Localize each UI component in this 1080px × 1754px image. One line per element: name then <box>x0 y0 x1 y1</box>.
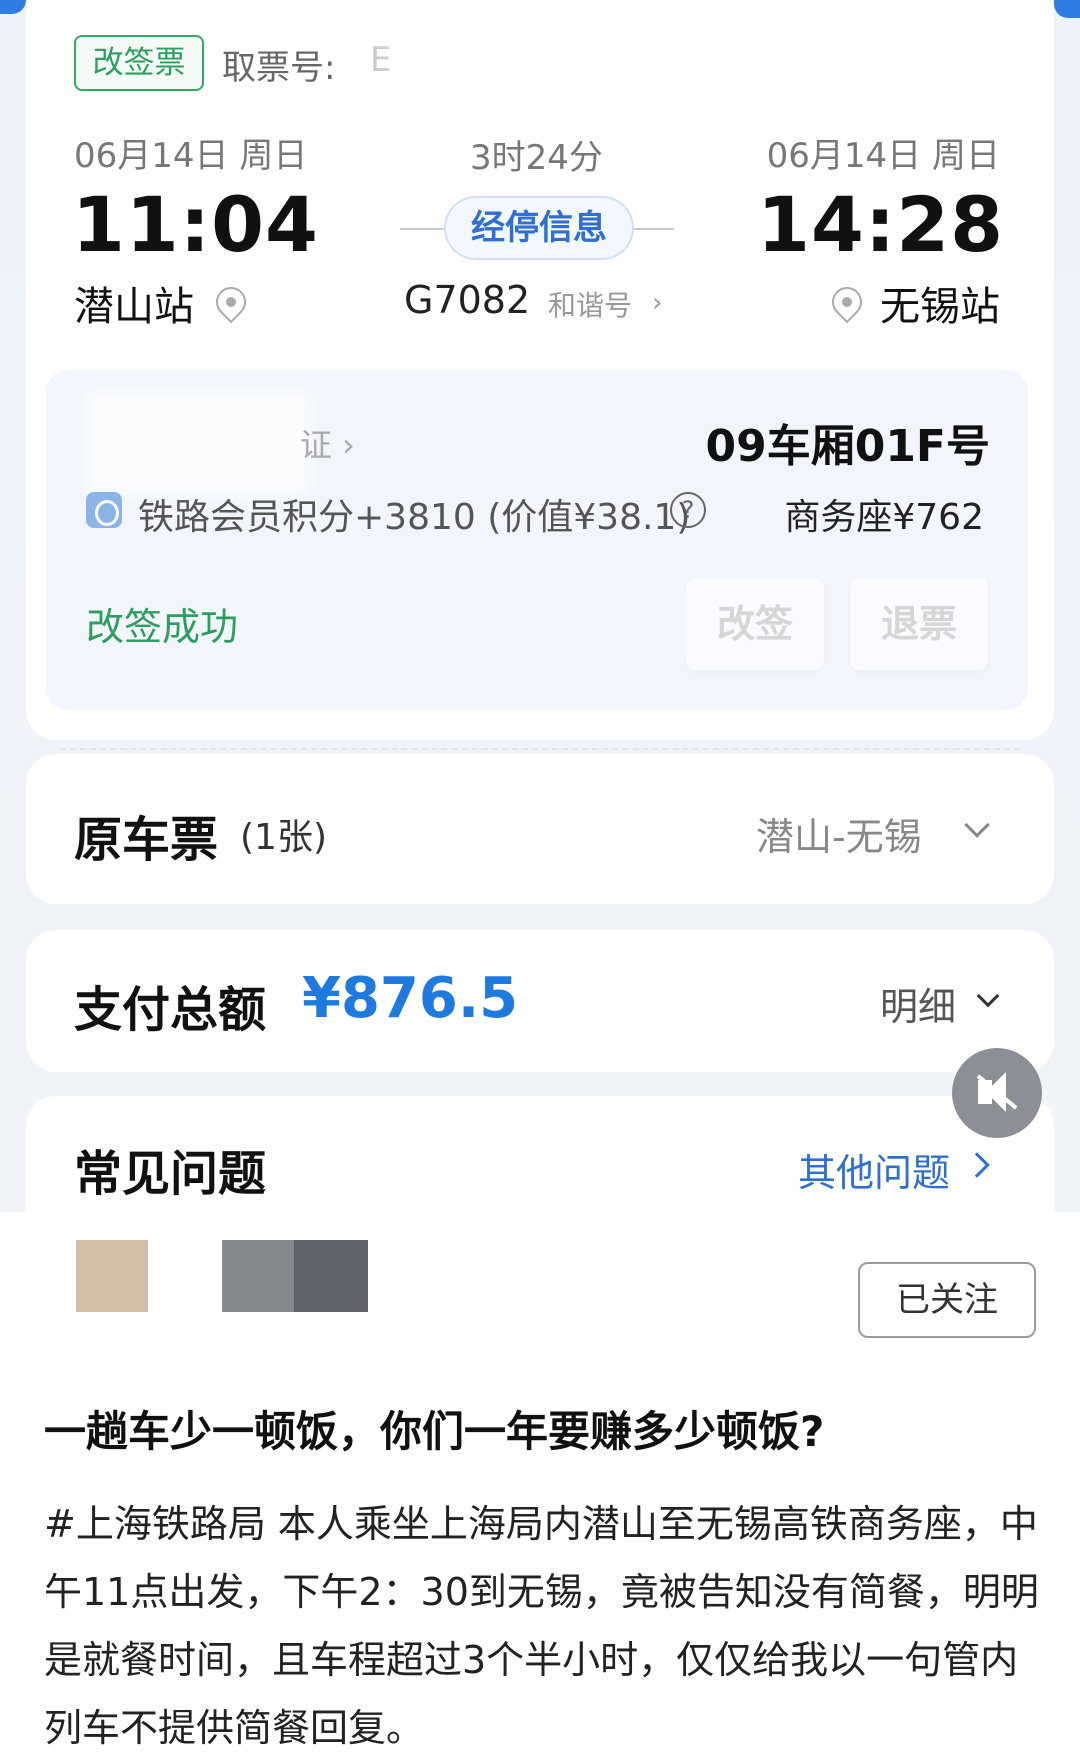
points-coin-icon <box>86 492 122 528</box>
username-redaction <box>294 1240 368 1312</box>
payment-total-label: 支付总额 <box>74 982 267 1038</box>
ticket-number-redaction <box>372 36 482 88</box>
divider <box>60 748 1020 750</box>
faq-title: 常见问题 <box>74 1146 267 1202</box>
stops-info-button[interactable]: 经停信息 <box>444 196 634 260</box>
payment-total-amount: ¥876.5 <box>302 966 519 1031</box>
rebooked-ticket-tag: 改签票 <box>74 35 204 91</box>
header-edge-right <box>1054 0 1080 18</box>
ticket-detail-page: 改签票 取票号: E 06月14日 周日 3时24分 06月14日 周日 11:… <box>0 0 1080 1212</box>
help-icon[interactable]: ? <box>670 492 706 528</box>
trip-duration: 3时24分 <box>470 138 603 178</box>
header-edge-left <box>0 0 26 14</box>
payment-detail-toggle[interactable]: 明细 <box>880 976 956 1031</box>
arrive-date: 06月14日 周日 <box>766 136 1000 176</box>
chevron-right-icon: › <box>652 288 663 318</box>
train-type-link[interactable]: 和谐号 <box>548 284 632 324</box>
original-ticket-count: (1张) <box>240 817 327 858</box>
ticket-number-label: 取票号: <box>222 48 336 88</box>
post-body: #上海铁路局 本人乘坐上海局内潜山至无锡高铁商务座，中午11点出发，下午2：30… <box>44 1502 1039 1750</box>
rebook-status: 改签成功 <box>86 605 239 649</box>
original-ticket-title: 原车票 <box>74 812 219 868</box>
seat-number: 09车厢01F号 <box>705 421 990 472</box>
passenger-name-redaction <box>88 392 308 492</box>
avatar[interactable] <box>76 1240 148 1312</box>
arrive-station: 无锡站 <box>880 284 1000 330</box>
depart-date: 06月14日 周日 <box>74 136 308 176</box>
route-line-right <box>630 228 674 230</box>
change-ticket-button[interactable]: 改签 <box>686 578 824 670</box>
id-document-link[interactable]: 证 › <box>300 420 355 466</box>
depart-station: 潜山站 <box>74 284 194 330</box>
mute-button[interactable] <box>952 1048 1042 1138</box>
original-ticket-route: 潜山-无锡 <box>756 815 922 859</box>
arrive-time: 14:28 <box>757 180 1004 269</box>
follow-button[interactable]: 已关注 <box>858 1262 1036 1338</box>
seat-class-price: 商务座¥762 <box>784 497 984 538</box>
other-questions-link[interactable]: 其他问题 <box>798 1142 950 1197</box>
refund-button[interactable]: 退票 <box>850 578 988 670</box>
train-number: G7082 <box>404 278 531 322</box>
member-points: 铁路会员积分+3810 (价值¥38.1) <box>138 497 691 538</box>
username-redaction <box>222 1240 294 1312</box>
depart-time: 11:04 <box>72 180 319 269</box>
route-line-left <box>400 228 448 230</box>
post-title: 一趟车少一顿饭，你们一年要赚多少顿饭? <box>44 1407 825 1456</box>
